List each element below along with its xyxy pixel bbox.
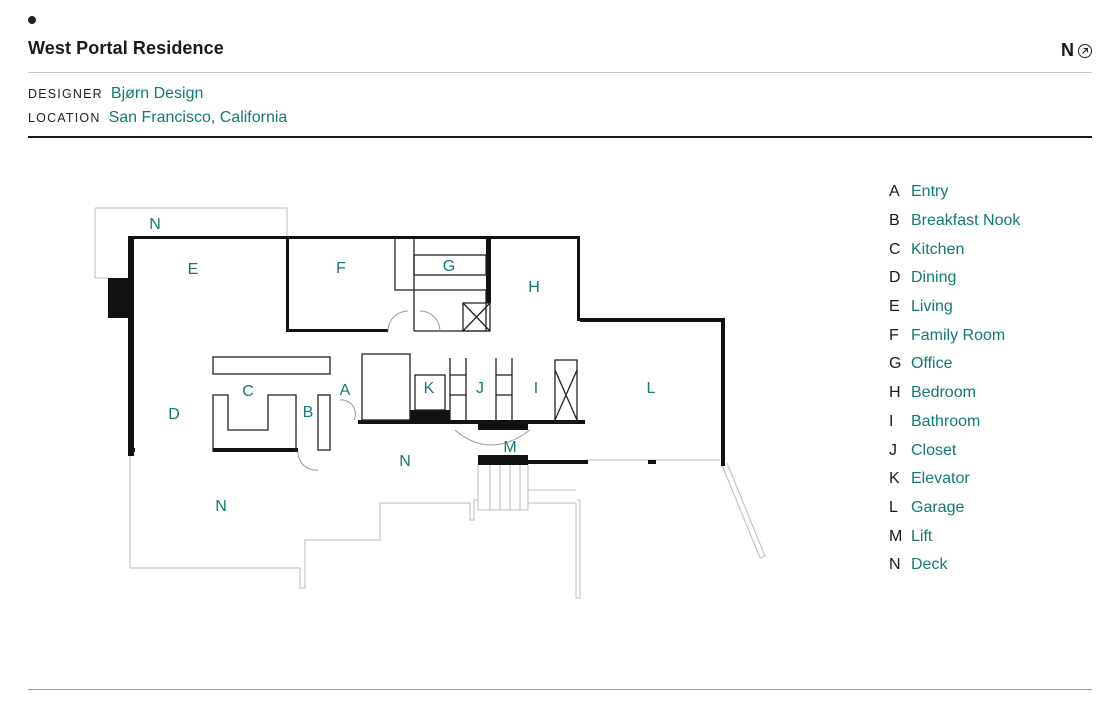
legend-key: C: [889, 240, 901, 258]
legend-label[interactable]: Entry: [911, 183, 948, 201]
room-label-h: H: [528, 279, 540, 296]
room-label-c: C: [242, 383, 254, 400]
meta-divider: [28, 136, 1092, 138]
legend-key: N: [889, 556, 901, 574]
legend-item: G Office: [889, 350, 1020, 379]
legend-key: L: [889, 498, 898, 516]
legend-label[interactable]: Office: [911, 355, 953, 373]
meta-row-location: LOCATION San Francisco, California: [28, 106, 287, 130]
room-label-l: L: [647, 380, 656, 397]
legend-item: J Closet: [889, 436, 1020, 465]
legend-label[interactable]: Bathroom: [911, 413, 980, 431]
legend-item: C Kitchen: [889, 235, 1020, 264]
north-arrow-icon: [1078, 43, 1092, 58]
legend-key: K: [889, 470, 900, 488]
location-link[interactable]: San Francisco, California: [109, 106, 288, 129]
legend-label[interactable]: Deck: [911, 556, 947, 574]
bullet-dot: [28, 16, 36, 24]
room-label-i: I: [534, 380, 538, 397]
legend-item: M Lift: [889, 522, 1020, 551]
footer-divider: [28, 689, 1092, 690]
legend-label[interactable]: Lift: [911, 528, 932, 546]
room-label-f: F: [336, 260, 346, 277]
legend-item: H Bedroom: [889, 379, 1020, 408]
legend-key: G: [889, 355, 902, 373]
room-label-k: K: [424, 380, 435, 397]
legend-key: D: [889, 269, 901, 287]
legend-item: A Entry: [889, 178, 1020, 207]
room-legend: A Entry B Breakfast Nook C Kitchen D Dining …: [889, 178, 1020, 580]
legend-key: M: [889, 527, 903, 545]
legend-key: H: [889, 384, 901, 402]
room-label-e: E: [188, 261, 199, 278]
legend-key: B: [889, 212, 900, 230]
meta-key: DESIGNER: [28, 87, 103, 101]
legend-key: E: [889, 298, 900, 316]
room-label-d: D: [168, 406, 180, 423]
legend-key: I: [889, 412, 894, 430]
room-label-b: B: [303, 404, 314, 421]
legend-item: I Bathroom: [889, 408, 1020, 437]
room-label-a: A: [340, 382, 351, 399]
legend-item: B Breakfast Nook: [889, 207, 1020, 236]
room-label-j: J: [476, 380, 484, 397]
walls-solid: [108, 236, 725, 466]
room-label-n: N: [215, 498, 227, 515]
legend-label[interactable]: Garage: [911, 499, 964, 517]
legend-label[interactable]: Dining: [911, 269, 956, 287]
legend-item: D Dining: [889, 264, 1020, 293]
room-label-n: N: [149, 216, 161, 233]
project-meta: DESIGNER Bjørn Design LOCATION San Franc…: [28, 82, 287, 130]
meta-key: LOCATION: [28, 111, 101, 125]
page-title: West Portal Residence: [28, 38, 224, 58]
floor-plan: N E F G H C A K J I L D B M N N: [94, 207, 766, 599]
room-label-m: M: [503, 439, 516, 456]
legend-label[interactable]: Living: [911, 298, 953, 316]
legend-key: F: [889, 326, 899, 344]
legend-label[interactable]: Elevator: [911, 470, 970, 488]
legend-label[interactable]: Bedroom: [911, 384, 976, 402]
legend-label[interactable]: Family Room: [911, 327, 1005, 345]
room-label-g: G: [443, 258, 455, 275]
legend-item: K Elevator: [889, 465, 1020, 494]
legend-item: E Living: [889, 293, 1020, 322]
designer-link[interactable]: Bjørn Design: [111, 82, 203, 105]
legend-item: F Family Room: [889, 321, 1020, 350]
meta-row-designer: DESIGNER Bjørn Design: [28, 82, 287, 106]
legend-label[interactable]: Kitchen: [911, 241, 964, 259]
room-label-n: N: [399, 453, 411, 470]
header-divider: [28, 72, 1092, 73]
legend-key: A: [889, 183, 900, 201]
legend-item: L Garage: [889, 494, 1020, 523]
legend-label[interactable]: Breakfast Nook: [911, 212, 1020, 230]
door-swings: [297, 310, 531, 471]
north-indicator: N: [1061, 40, 1092, 61]
legend-key: J: [889, 441, 897, 459]
legend-item: N Deck: [889, 551, 1020, 580]
north-label: N: [1061, 40, 1074, 60]
legend-label[interactable]: Closet: [911, 442, 956, 460]
